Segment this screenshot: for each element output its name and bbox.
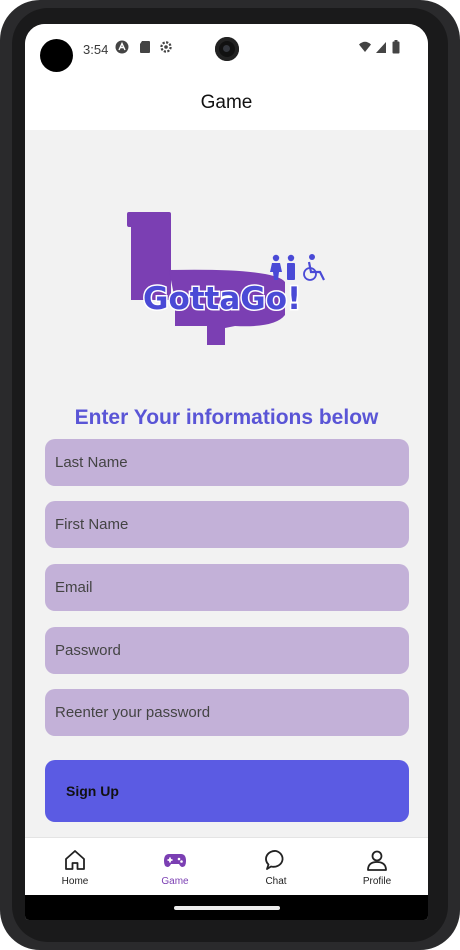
nav-item-chat[interactable]: Chat [226, 838, 326, 896]
first-name-input[interactable] [45, 501, 409, 548]
last-name-input[interactable] [45, 439, 409, 486]
nav-label-chat: Chat [265, 876, 287, 887]
password-field[interactable] [45, 627, 409, 674]
nav-label-home: Home [61, 876, 89, 887]
sim-card-icon [140, 41, 150, 53]
restroom-people-icon [270, 254, 325, 281]
nav-item-game[interactable]: Game [125, 838, 225, 896]
signal-icon [376, 42, 386, 53]
gamepad-icon [164, 854, 186, 867]
sign-up-button[interactable]: Sign Up [45, 760, 409, 822]
form-heading: Enter Your informations below [74, 406, 379, 429]
home-gesture-handle[interactable] [174, 906, 280, 910]
password-input[interactable] [45, 627, 409, 674]
nav-item-home[interactable]: Home [25, 838, 125, 896]
email-field[interactable] [45, 564, 409, 611]
nav-item-profile[interactable]: Profile [327, 838, 427, 896]
reenter-password-input[interactable] [45, 689, 409, 736]
last-name-field[interactable] [45, 439, 409, 486]
chat-icon [265, 850, 284, 870]
profile-icon [367, 850, 387, 871]
gesture-bar [25, 895, 428, 920]
page-title: Game [200, 92, 253, 113]
status-bar: 3:54 [25, 24, 428, 76]
reenter-password-field[interactable] [45, 689, 409, 736]
nav-label-profile: Profile [362, 876, 392, 887]
app-bar: Game [25, 76, 428, 130]
settings-icon [160, 41, 172, 53]
a-icon [115, 40, 129, 54]
bottom-navigation: Home Game Chat Profile [25, 837, 428, 896]
wifi-icon [359, 41, 371, 52]
camera-cutout [40, 39, 73, 72]
home-icon [65, 850, 85, 870]
logo-text: GottaGo! [143, 281, 301, 317]
toilet-shape [127, 212, 285, 345]
first-name-field[interactable] [45, 501, 409, 548]
email-input[interactable] [45, 564, 409, 611]
nav-label-game: Game [161, 876, 189, 887]
front-camera [215, 37, 239, 61]
battery-icon [392, 40, 400, 54]
phone-screen: 3:54 Game GottaGo! Enter Your informatio… [25, 24, 428, 920]
status-time: 3:54 [83, 42, 109, 57]
gottago-logo: GottaGo! [127, 212, 325, 345]
